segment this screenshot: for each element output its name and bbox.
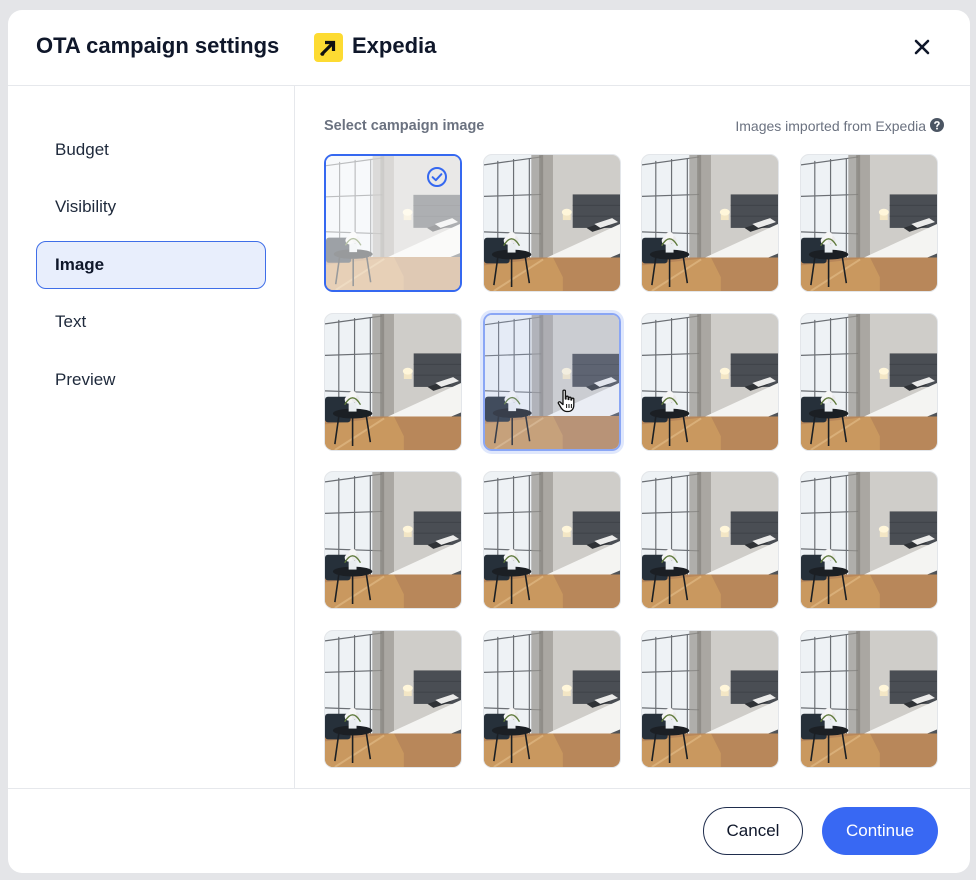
sidebar-item-label: Text [55, 312, 87, 331]
campaign-image-option[interactable] [482, 629, 621, 768]
campaign-image-option[interactable] [641, 312, 779, 451]
dialog-title: OTA campaign settings [36, 33, 280, 58]
hotel-bedroom-photo [800, 472, 937, 608]
hotel-bedroom-photo [642, 630, 778, 767]
hover-overlay [484, 314, 619, 449]
settings-sidebar: Budget Visibility Image Text Preview [8, 86, 295, 788]
sidebar-item-label: Image [55, 255, 105, 274]
campaign-image-option[interactable] [799, 471, 938, 609]
campaign-settings-dialog: OTA campaign settings Expedia Budget Vis… [8, 10, 970, 873]
campaign-image-option[interactable] [641, 629, 779, 768]
campaign-image-option[interactable] [641, 471, 779, 609]
sidebar-item-label: Visibility [55, 197, 117, 216]
hotel-bedroom-photo [800, 155, 937, 291]
sidebar-item-budget[interactable]: Budget [36, 126, 266, 174]
campaign-image-option[interactable] [482, 154, 621, 292]
campaign-image-option[interactable] [482, 312, 621, 451]
hotel-bedroom-photo [483, 472, 620, 608]
hotel-bedroom-photo [642, 472, 778, 608]
campaign-image-option[interactable] [799, 629, 938, 768]
campaign-image-option[interactable] [324, 629, 462, 768]
campaign-image-option[interactable] [641, 154, 779, 292]
campaign-image-option[interactable] [324, 154, 462, 292]
hotel-bedroom-photo [325, 472, 461, 608]
expedia-logo-icon [314, 33, 343, 62]
hotel-bedroom-photo [642, 155, 778, 291]
hotel-bedroom-photo [325, 630, 461, 767]
campaign-image-option[interactable] [324, 312, 462, 451]
continue-button[interactable]: Continue [822, 807, 938, 855]
campaign-image-option[interactable] [799, 312, 938, 451]
hotel-bedroom-photo [800, 630, 937, 767]
hotel-bedroom-photo [483, 630, 620, 767]
section-title: Select campaign image [324, 118, 485, 134]
sidebar-item-label: Budget [55, 140, 109, 159]
hotel-bedroom-photo [800, 313, 937, 450]
brand-name: Expedia [352, 33, 437, 58]
image-grid [324, 154, 940, 770]
question-circle-icon[interactable] [930, 118, 944, 132]
import-note: Images imported from Expedia [735, 118, 926, 134]
campaign-image-option[interactable] [482, 471, 621, 609]
campaign-image-option[interactable] [799, 154, 938, 292]
sidebar-item-text[interactable]: Text [36, 298, 266, 346]
hotel-bedroom-photo [642, 313, 778, 450]
hotel-bedroom-photo [325, 313, 461, 450]
sidebar-item-label: Preview [55, 370, 116, 389]
sidebar-item-image[interactable]: Image [36, 241, 266, 289]
sidebar-item-visibility[interactable]: Visibility [36, 183, 266, 231]
check-circle-icon [426, 166, 448, 188]
sidebar-item-preview[interactable]: Preview [36, 356, 266, 404]
dialog-footer: Cancel Continue [8, 788, 970, 873]
campaign-image-option[interactable] [324, 471, 462, 609]
hand-pointer-cursor-icon [557, 388, 577, 413]
close-icon[interactable] [912, 37, 932, 57]
image-picker-panel: Select campaign image Images imported fr… [296, 86, 970, 788]
cancel-button[interactable]: Cancel [703, 807, 803, 855]
hotel-bedroom-photo [483, 155, 620, 291]
dialog-header: OTA campaign settings Expedia [8, 10, 970, 86]
